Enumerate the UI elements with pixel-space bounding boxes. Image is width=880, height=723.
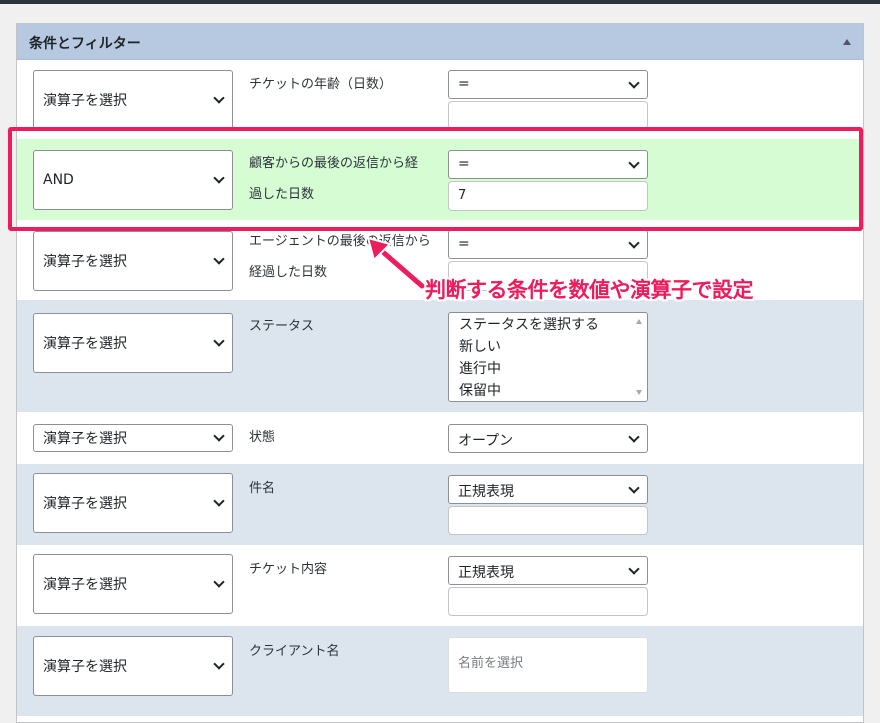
field-label-ticket-age: チケットの年齢（日数） — [249, 77, 393, 92]
comparator-select-value: = — [458, 236, 470, 252]
field-label-ticket-content: チケット内容 — [249, 562, 328, 577]
operator-select-value: 演算子を選択 — [43, 93, 127, 109]
comparator-select-value: 正規表現 — [458, 484, 514, 500]
condition-row-status: 演算子を選択 ステータス ステータスを選択する 新しい 進行中 保留中 — [17, 300, 863, 412]
value-input[interactable] — [448, 506, 648, 535]
operator-select[interactable]: 演算子を選択 — [33, 313, 233, 373]
field-label-agent-reply-line2: 経過した日数 — [249, 265, 328, 280]
comparator-select-value: = — [458, 76, 470, 92]
operator-select-value: 演算子を選択 — [43, 577, 127, 593]
chevron-down-icon — [628, 236, 640, 249]
scroll-up-icon[interactable] — [636, 319, 642, 324]
chevron-down-icon — [213, 253, 225, 265]
operator-select-value: 演算子を選択 — [43, 336, 127, 352]
chevron-down-icon — [213, 495, 225, 507]
scroll-down-icon[interactable] — [636, 390, 642, 395]
condition-row-ticket-age: 演算子を選択 チケットの年齢（日数） = — [17, 61, 863, 132]
operator-select-value: 演算子を選択 — [43, 496, 127, 512]
value-input[interactable] — [448, 101, 648, 129]
panel-header[interactable]: 条件とフィルター — [17, 24, 863, 60]
collapse-arrow-icon[interactable] — [843, 39, 851, 45]
chevron-down-icon — [213, 92, 225, 104]
operator-select[interactable]: 演算子を選択 — [33, 473, 233, 533]
annotation-callout-text: 判断する条件を数値や演算子で設定 — [425, 278, 754, 302]
operator-select-value: 演算子を選択 — [43, 254, 127, 270]
field-label-state: 状態 — [249, 430, 276, 445]
condition-row-state: 演算子を選択 状態 オープン — [17, 412, 863, 464]
chevron-down-icon — [628, 481, 640, 494]
comparator-select[interactable]: 正規表現 — [448, 556, 648, 585]
chevron-down-icon — [213, 430, 225, 442]
operator-select[interactable]: 演算子を選択 — [33, 554, 233, 614]
comparator-select[interactable]: = — [448, 230, 648, 259]
status-option[interactable]: 進行中 — [459, 358, 501, 380]
chevron-down-icon — [628, 430, 640, 443]
status-option[interactable]: ステータスを選択する — [459, 314, 599, 336]
status-multiselect[interactable]: ステータスを選択する 新しい 進行中 保留中 — [448, 312, 648, 402]
comparator-select-value: 正規表現 — [458, 565, 514, 581]
callout-arrow-icon — [367, 237, 427, 291]
state-select[interactable]: オープン — [448, 424, 648, 453]
operator-select-value: 演算子を選択 — [43, 431, 127, 447]
chevron-down-icon — [213, 658, 225, 670]
chevron-down-icon — [213, 576, 225, 588]
status-option[interactable]: 新しい — [459, 336, 501, 358]
operator-select[interactable]: 演算子を選択 — [33, 636, 233, 696]
condition-row-client-name: 演算子を選択 クライアント名 名前を選択 — [17, 626, 863, 716]
operator-select[interactable]: 演算子を選択 — [33, 70, 233, 130]
state-select-value: オープン — [458, 433, 514, 449]
admin-top-bar — [0, 0, 880, 4]
operator-select-value: 演算子を選択 — [43, 659, 127, 675]
operator-select[interactable]: 演算子を選択 — [33, 231, 233, 291]
operator-select[interactable]: 演算子を選択 — [33, 424, 233, 452]
chevron-down-icon — [628, 76, 640, 89]
comparator-select[interactable]: = — [448, 70, 648, 99]
client-name-input[interactable]: 名前を選択 — [448, 637, 648, 693]
field-label-status: ステータス — [249, 319, 315, 334]
value-input[interactable] — [448, 587, 648, 616]
field-label-subject: 件名 — [249, 481, 276, 496]
panel-title: 条件とフィルター — [29, 36, 141, 52]
field-label-client-name: クライアント名 — [249, 644, 340, 659]
client-name-placeholder: 名前を選択 — [458, 656, 524, 671]
highlight-callout-frame — [8, 127, 863, 231]
chevron-down-icon — [628, 562, 640, 575]
condition-row-ticket-content: 演算子を選択 チケット内容 正規表現 — [17, 545, 863, 626]
status-option[interactable]: 保留中 — [459, 380, 501, 401]
condition-row-subject: 演算子を選択 件名 正規表現 — [17, 464, 863, 545]
comparator-select[interactable]: 正規表現 — [448, 475, 648, 504]
chevron-down-icon — [213, 335, 225, 347]
